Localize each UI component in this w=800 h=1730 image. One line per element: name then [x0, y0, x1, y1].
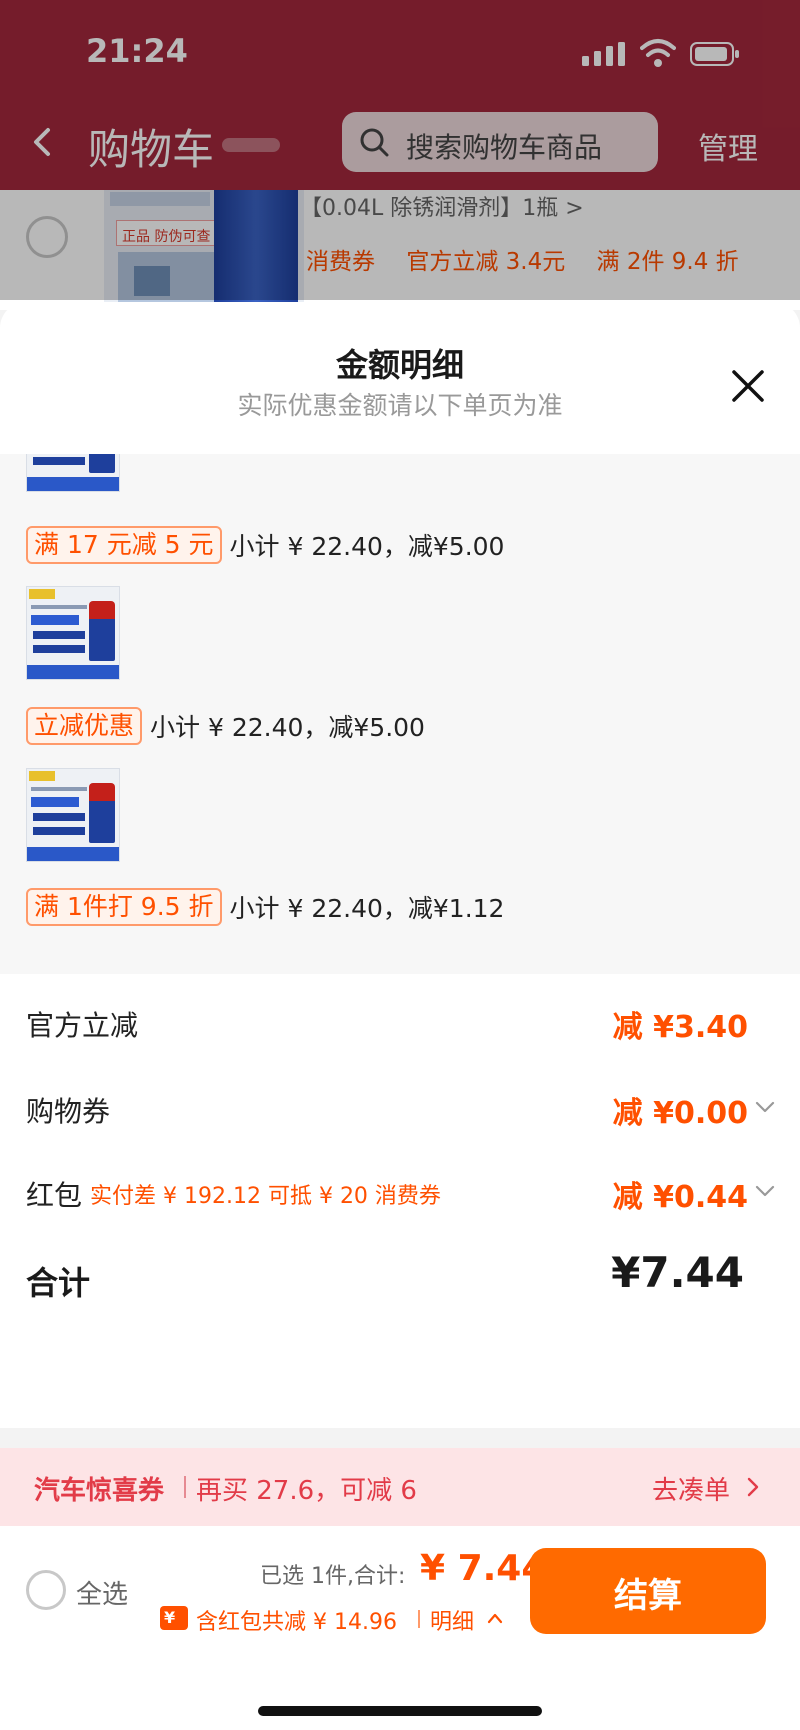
checkout-button[interactable]: 结算	[530, 1548, 766, 1634]
total-label: 合计	[26, 1264, 91, 1302]
thumb-brand	[29, 771, 55, 781]
product-thumbnail	[26, 454, 120, 492]
red-packet-icon: ¥	[160, 1606, 188, 1630]
close-icon[interactable]	[728, 366, 768, 406]
add-items-link[interactable]: 去凑单	[652, 1470, 730, 1507]
summary-value: 减 ¥3.40	[612, 1010, 748, 1045]
sheet-title: 金额明细	[335, 346, 464, 384]
home-indicator[interactable]	[258, 1706, 542, 1716]
thumb-footer	[27, 847, 119, 861]
summary-note: 实付差 ¥ 192.12 可抵 ¥ 20 消费券	[90, 1184, 441, 1209]
promo-subtotal: 小计 ¥ 22.40，减¥1.12	[229, 894, 505, 923]
thumb-line	[31, 787, 87, 791]
promo-line: 立减优惠 小计 ¥ 22.40，减¥5.00	[26, 705, 425, 747]
product-can-image	[89, 783, 115, 843]
thumb-badge	[31, 797, 79, 807]
thumb-text	[33, 631, 85, 639]
promo-tag: 满 1件打 9.5 折	[26, 888, 222, 926]
select-all-checkbox[interactable]	[26, 1570, 66, 1610]
amount-detail-sheet: 金额明细 实际优惠金额请以下单页为准 满 17 元减 5 元 小计 ¥ 22.4…	[0, 302, 800, 1428]
discount-text: 含红包共减 ¥ 14.96	[196, 1610, 397, 1635]
promo-tag: 满 17 元减 5 元	[26, 526, 222, 564]
chevron-down-icon[interactable]	[754, 1180, 776, 1202]
promo-items-list: 满 17 元减 5 元 小计 ¥ 22.40，减¥5.00 立减优惠 小计 ¥ …	[0, 454, 800, 974]
detail-link[interactable]: 明细	[430, 1604, 474, 1636]
detail-separator	[418, 1610, 420, 1628]
thumb-line	[31, 605, 87, 609]
summary-red-packet[interactable]: 红包 实付差 ¥ 192.12 可抵 ¥ 20 消费券 减 ¥0.44	[26, 1168, 776, 1218]
chevron-down-icon[interactable]	[754, 1096, 776, 1118]
banner-text: 再买 27.6，可减 6	[196, 1476, 417, 1506]
summary-label: 红包	[26, 1179, 83, 1212]
total-value: ¥7.44	[611, 1248, 744, 1297]
selected-info: 已选 1件,合计:	[260, 1564, 406, 1589]
banner-divider	[184, 1476, 186, 1498]
promo-banner[interactable]: 汽车惊喜券 再买 27.6，可减 6 去凑单	[0, 1448, 800, 1526]
checkout-bar: 全选 已选 1件,合计: ¥ 7.44 ¥ 含红包共减 ¥ 14.96 明细 结…	[0, 1526, 800, 1730]
thumb-text	[33, 457, 85, 465]
thumb-text	[33, 827, 85, 835]
summary-label: 官方立减	[26, 1009, 139, 1042]
summary-official-discount: 官方立减 减 ¥3.40	[26, 998, 776, 1048]
thumb-badge	[31, 615, 79, 625]
banner-title: 汽车惊喜券	[34, 1476, 165, 1506]
product-thumbnail	[26, 768, 120, 862]
promo-subtotal: 小计 ¥ 22.40，减¥5.00	[229, 532, 505, 561]
product-can-image	[89, 601, 115, 661]
product-can-image	[89, 454, 115, 473]
select-all-label[interactable]: 全选	[76, 1574, 128, 1611]
thumb-brand	[29, 589, 55, 599]
promo-tag: 立减优惠	[26, 707, 143, 745]
checkout-total: ¥ 7.44	[420, 1548, 547, 1589]
chevron-right-icon[interactable]	[744, 1476, 762, 1498]
red-packet-icon-glyph: ¥	[164, 1608, 176, 1627]
thumb-footer	[27, 665, 119, 679]
sheet-subtitle: 实际优惠金额请以下单页为准	[237, 391, 563, 420]
product-thumbnail	[26, 586, 120, 680]
thumb-footer	[27, 477, 119, 491]
promo-subtotal: 小计 ¥ 22.40，减¥5.00	[150, 713, 425, 742]
thumb-text	[33, 813, 85, 821]
checkout-label: 结算	[614, 1576, 682, 1616]
promo-line: 满 1件打 9.5 折 小计 ¥ 22.40，减¥1.12	[26, 886, 504, 928]
summary-value: 减 ¥0.44	[612, 1180, 748, 1215]
promo-line: 满 17 元减 5 元 小计 ¥ 22.40，减¥5.00	[26, 524, 504, 566]
thumb-text	[33, 645, 85, 653]
chevron-up-icon[interactable]	[486, 1610, 504, 1626]
summary-value: 减 ¥0.00	[612, 1096, 748, 1131]
dim-overlay[interactable]	[0, 0, 800, 300]
summary-label: 购物券	[26, 1095, 111, 1128]
summary-shopping-voucher[interactable]: 购物券 减 ¥0.00	[26, 1084, 776, 1134]
